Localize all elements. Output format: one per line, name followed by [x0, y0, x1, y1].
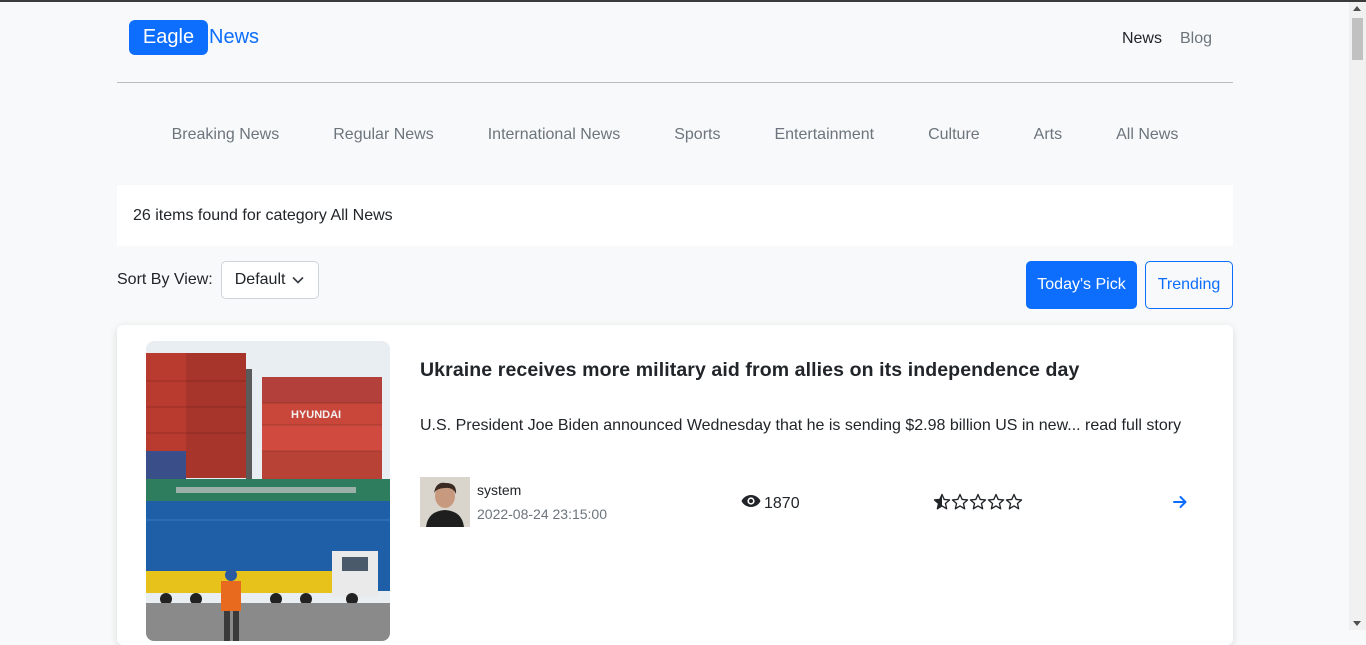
- view-count-value: 1870: [764, 494, 800, 512]
- sort-select[interactable]: Default: [220, 261, 319, 299]
- star-half-icon: [933, 493, 951, 516]
- brand-logo[interactable]: Eagle News: [129, 20, 259, 55]
- results-summary: 26 items found for category All News: [117, 185, 1233, 246]
- scroll-down-icon[interactable]: [1353, 621, 1361, 626]
- news-thumbnail[interactable]: HYUNDAI: [146, 341, 390, 641]
- author-info: system 2022-08-24 23:15:00: [477, 482, 607, 527]
- category-culture[interactable]: Culture: [901, 126, 1007, 144]
- star-empty-icon: [1005, 493, 1023, 516]
- arrow-right-icon[interactable]: [1172, 494, 1188, 515]
- category-sports[interactable]: Sports: [647, 126, 747, 144]
- avatar: [420, 477, 470, 527]
- scrollbar-thumb[interactable]: [1352, 18, 1363, 60]
- feed-buttons: Today's Pick Trending: [1026, 261, 1233, 309]
- star-empty-icon: [951, 493, 969, 516]
- category-international-news[interactable]: International News: [461, 126, 648, 144]
- author-name: system: [477, 482, 522, 498]
- category-all-news[interactable]: All News: [1089, 126, 1205, 144]
- news-summary: U.S. President Joe Biden announced Wedne…: [420, 417, 1182, 434]
- news-card[interactable]: HYUNDAI Ukraine receives more military a…: [117, 325, 1233, 645]
- top-nav: News Blog: [1122, 30, 1212, 48]
- trending-button[interactable]: Trending: [1145, 261, 1233, 309]
- header-divider: [117, 82, 1233, 83]
- view-count: 1870: [741, 494, 800, 513]
- category-arts[interactable]: Arts: [1007, 126, 1089, 144]
- category-entertainment[interactable]: Entertainment: [747, 126, 901, 144]
- sort-select-value: Default: [234, 271, 286, 288]
- category-regular-news[interactable]: Regular News: [306, 126, 460, 144]
- topnav-blog-link[interactable]: Blog: [1180, 30, 1212, 48]
- container-port-image: HYUNDAI: [146, 341, 390, 641]
- scroll-up-icon[interactable]: [1353, 6, 1361, 11]
- publish-date: 2022-08-24 23:15:00: [477, 506, 607, 522]
- brand-text: News: [209, 26, 260, 48]
- category-nav: Breaking News Regular News International…: [117, 126, 1233, 144]
- results-text: 26 items found for category All News: [133, 206, 393, 224]
- author-block: system 2022-08-24 23:15:00: [420, 477, 607, 527]
- star-rating: [933, 493, 1023, 516]
- star-empty-icon: [969, 493, 987, 516]
- eye-icon: [741, 494, 764, 513]
- topnav-news-link[interactable]: News: [1122, 30, 1162, 48]
- category-breaking-news[interactable]: Breaking News: [145, 126, 307, 144]
- todays-pick-button[interactable]: Today's Pick: [1026, 261, 1137, 309]
- page-scrollbar[interactable]: [1349, 2, 1366, 630]
- news-title[interactable]: Ukraine receives more military aid from …: [420, 359, 1079, 382]
- chevron-down-icon: [292, 271, 304, 289]
- brand-box: Eagle: [129, 20, 208, 55]
- sort-label: Sort By View:: [117, 271, 213, 288]
- star-empty-icon: [987, 493, 1005, 516]
- svg-text:HYUNDAI: HYUNDAI: [291, 409, 341, 421]
- sort-control: Sort By View: Default: [117, 261, 319, 299]
